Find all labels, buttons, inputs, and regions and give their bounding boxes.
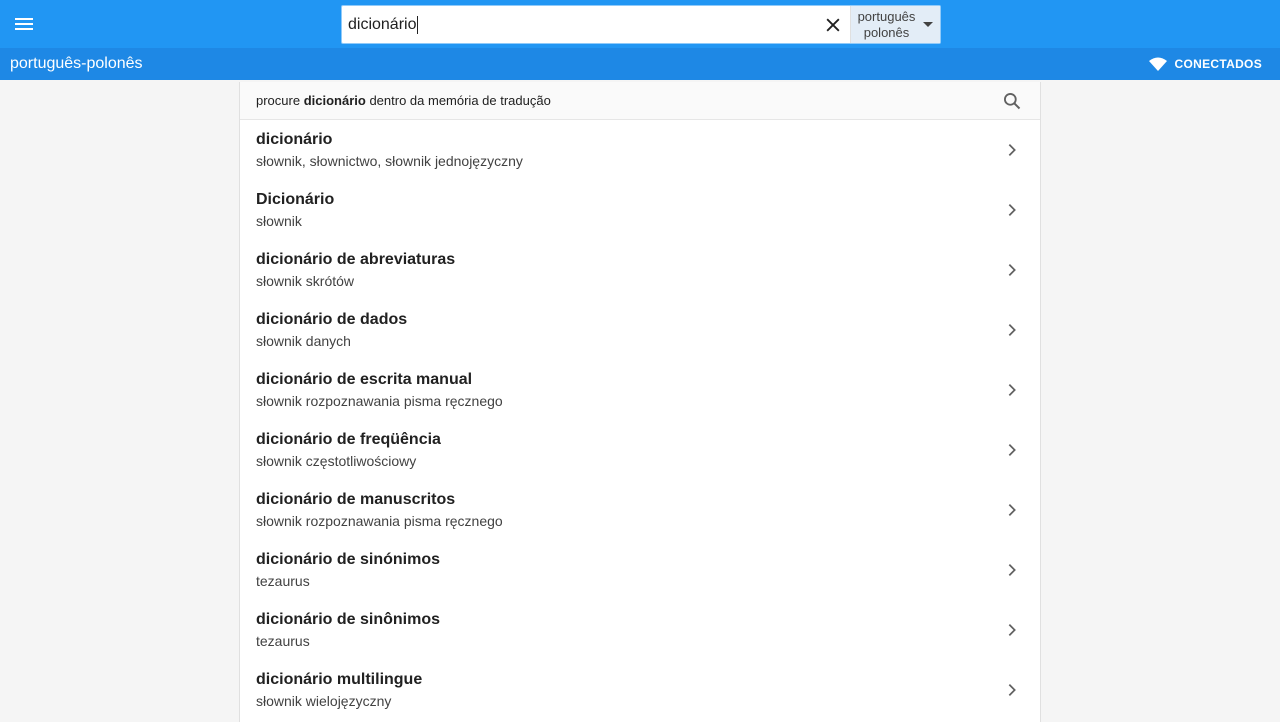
result-item[interactable]: dicionário de dados słownik danych	[240, 300, 1040, 360]
result-text: dicionário de freqüência słownik częstotl…	[256, 429, 441, 472]
search-input-value: dicionário	[348, 15, 417, 33]
result-item[interactable]: dicionário słownik, słownictwo, słownik j…	[240, 120, 1040, 180]
chevron-right-icon	[1008, 504, 1016, 516]
top-app-bar: dicionário português polonês	[0, 0, 1280, 48]
result-translation: słownik, słownictwo, słownik jednojęzycz…	[256, 152, 523, 169]
language-pair-select[interactable]: português polonês	[850, 6, 940, 43]
translation-memory-search[interactable]: procure dicionário dentro da memória de …	[240, 82, 1040, 120]
dictionary-title[interactable]: português-polonês	[10, 55, 143, 73]
close-icon	[826, 18, 840, 31]
result-translation: tezaurus	[256, 572, 310, 589]
text-caret	[417, 15, 419, 34]
translation-memory-text: procure dicionário dentro da memória de …	[256, 93, 551, 108]
result-item[interactable]: dicionário de abreviaturas słownik skrótó…	[240, 240, 1040, 300]
result-text: dicionário de sinónimos tezaurus	[256, 549, 440, 592]
result-term: dicionário de freqüência	[256, 430, 441, 448]
result-item[interactable]: dicionário de freqüência słownik częstotl…	[240, 420, 1040, 480]
tm-term: dicionário	[303, 93, 366, 108]
menu-button[interactable]	[0, 0, 48, 48]
result-item[interactable]: dicionário de manuscritos słownik rozpozn…	[240, 480, 1040, 540]
result-text: dicionário de escrita manual słownik rozp…	[256, 369, 503, 412]
chevron-right-icon	[1008, 564, 1016, 576]
result-term: dicionário	[256, 130, 333, 148]
result-text: dicionário de sinônimos tezaurus	[256, 609, 440, 652]
result-translation: słownik	[256, 212, 302, 229]
result-text: dicionário słownik, słownictwo, słownik j…	[256, 129, 523, 172]
result-term: dicionário de sinônimos	[256, 610, 441, 628]
tm-suffix: dentro da memória de tradução	[365, 93, 551, 108]
chevron-right-icon	[1008, 144, 1016, 156]
result-term: dicionário de manuscritos	[256, 490, 456, 508]
results-list: dicionário słownik, słownictwo, słownik j…	[240, 120, 1040, 720]
result-translation: słownik rozpoznawania pisma ręcznego	[256, 512, 503, 529]
result-translation: słownik wielojęzyczny	[256, 692, 392, 709]
language-pair-labels: português polonês	[858, 9, 916, 41]
chevron-right-icon	[1008, 384, 1016, 396]
connection-status: CONECTADOS	[1148, 57, 1262, 71]
connection-status-label: CONECTADOS	[1174, 57, 1262, 71]
result-translation: słownik skrótów	[256, 272, 355, 289]
wifi-icon	[1148, 57, 1167, 71]
result-item[interactable]: Dicionário słownik	[240, 180, 1040, 240]
result-translation: tezaurus	[256, 632, 310, 649]
chevron-right-icon	[1008, 624, 1016, 636]
clear-search-button[interactable]	[816, 6, 850, 43]
dropdown-arrow-icon	[923, 22, 934, 27]
result-term: dicionário de dados	[256, 310, 408, 328]
search-icon[interactable]	[1002, 91, 1022, 111]
result-item[interactable]: dicionário de sinónimos tezaurus	[240, 540, 1040, 600]
chevron-right-icon	[1008, 444, 1016, 456]
result-translation: słownik częstotliwościowy	[256, 452, 417, 469]
result-text: dicionário de abreviaturas słownik skrótó…	[256, 249, 455, 292]
result-term: Dicionário	[256, 190, 335, 208]
result-term: dicionário multilingue	[256, 670, 423, 688]
result-text: dicionário de dados słownik danych	[256, 309, 407, 352]
chevron-right-icon	[1008, 204, 1016, 216]
result-text: dicionário multilingue słownik wielojęzyc…	[256, 669, 422, 712]
result-term: dicionário de escrita manual	[256, 370, 473, 388]
target-language: polonês	[863, 24, 910, 40]
tm-prefix: procure	[256, 93, 304, 108]
result-text: dicionário de manuscritos słownik rozpozn…	[256, 489, 503, 532]
result-item[interactable]: dicionário de escrita manual słownik rozp…	[240, 360, 1040, 420]
result-item[interactable]: dicionário multilingue słownik wielojęzyc…	[240, 660, 1040, 720]
result-item[interactable]: dicionário de sinônimos tezaurus	[240, 600, 1040, 660]
chevron-right-icon	[1008, 264, 1016, 276]
source-language: português	[857, 8, 916, 24]
result-term: dicionário de abreviaturas	[256, 250, 456, 268]
results-panel: procure dicionário dentro da memória de …	[239, 82, 1041, 722]
search-box: dicionário português polonês	[341, 5, 941, 44]
result-text: Dicionário słownik	[256, 189, 334, 232]
result-translation: słownik danych	[256, 332, 351, 349]
dictionary-bar: português-polonês CONECTADOS	[0, 48, 1280, 80]
search-input[interactable]: dicionário	[342, 6, 816, 43]
menu-icon	[15, 18, 33, 30]
chevron-right-icon	[1008, 324, 1016, 336]
result-translation: słownik rozpoznawania pisma ręcznego	[256, 392, 503, 409]
result-term: dicionário de sinónimos	[256, 550, 441, 568]
chevron-right-icon	[1008, 684, 1016, 696]
